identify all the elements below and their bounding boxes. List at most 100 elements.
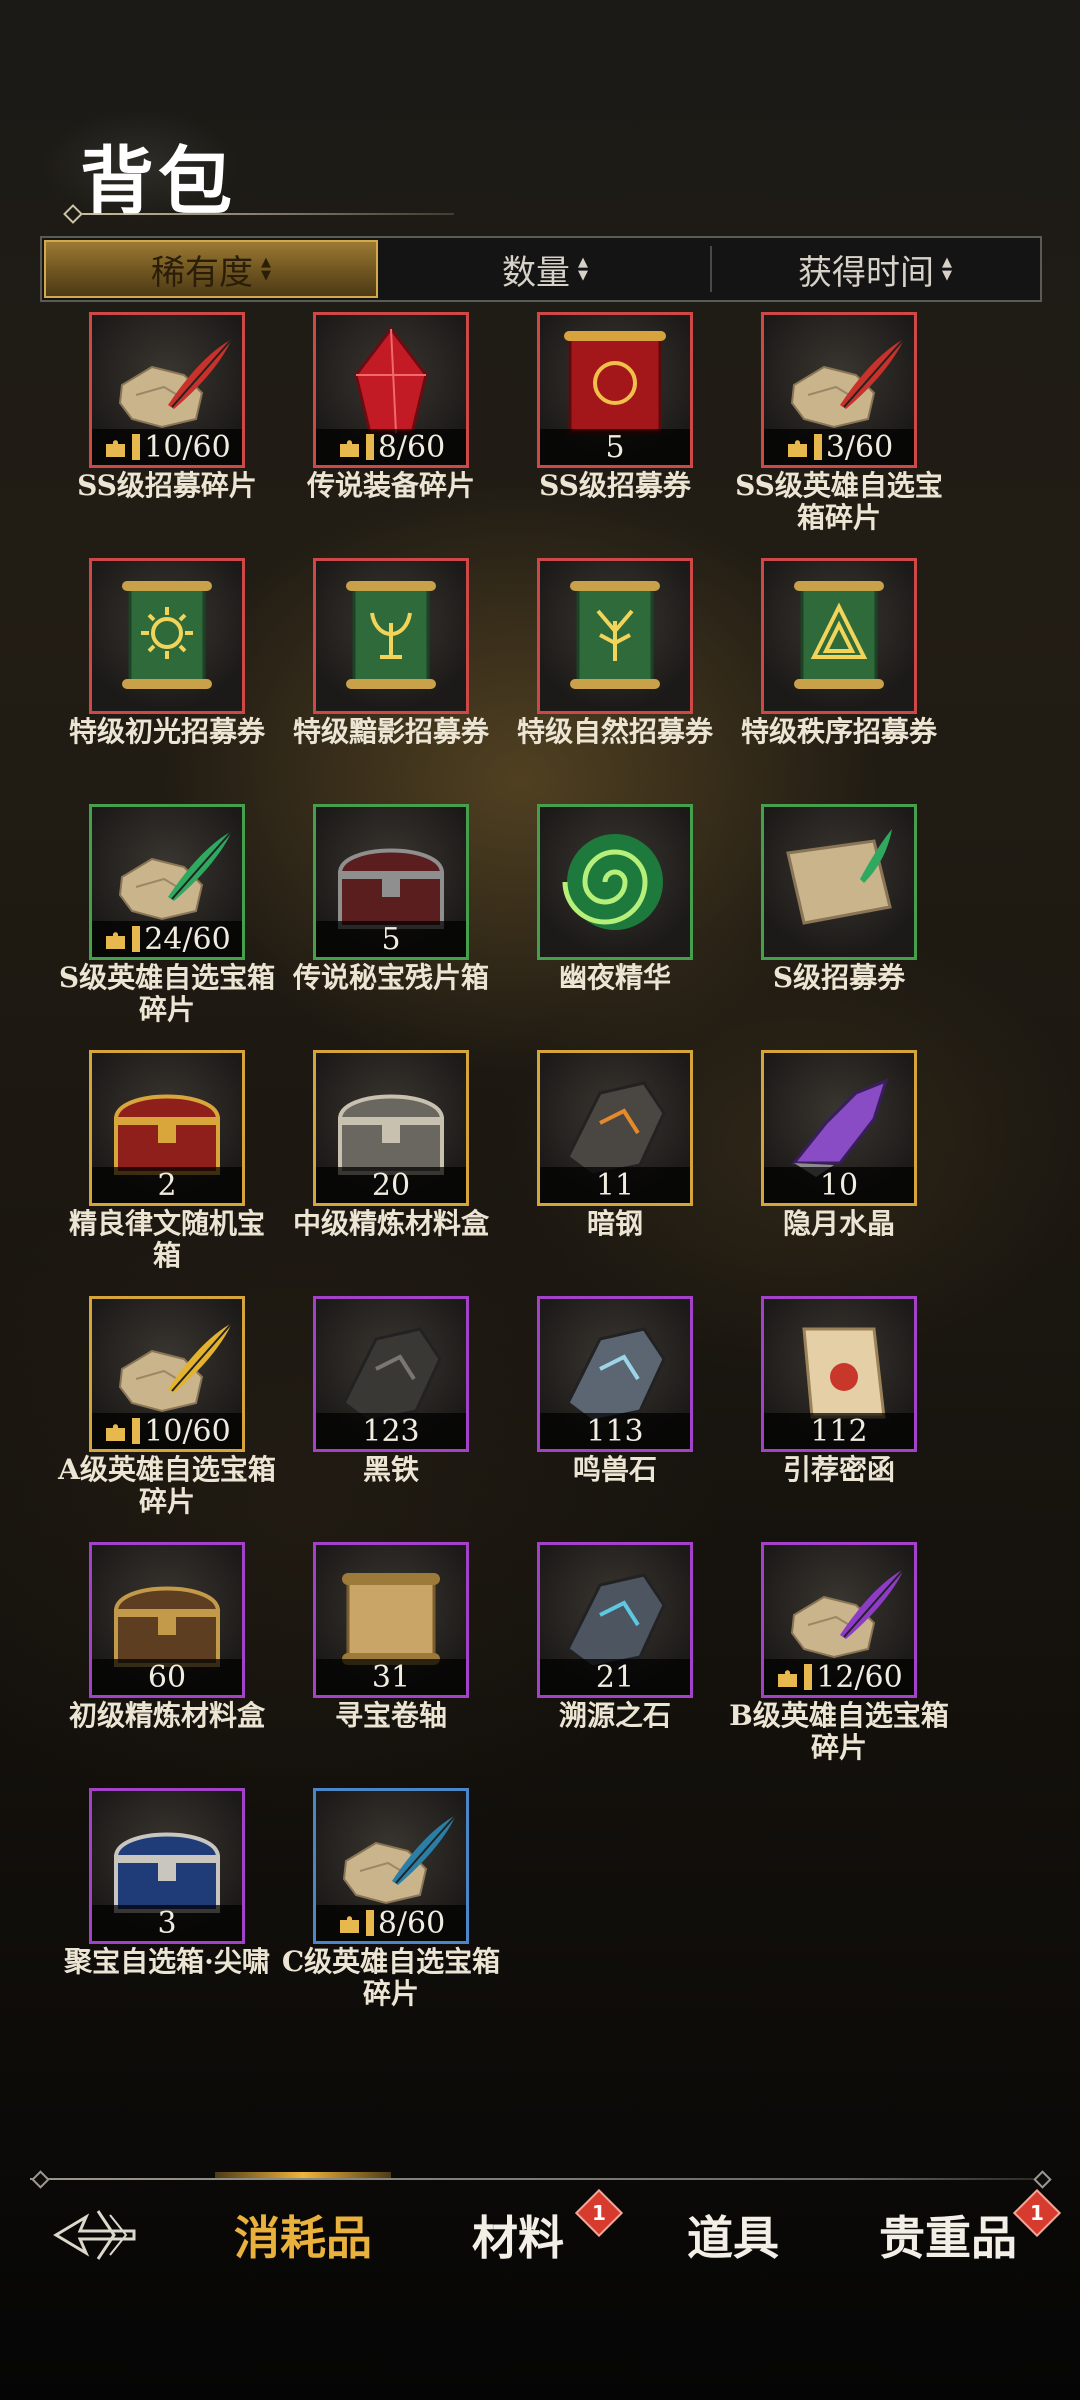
inventory-item[interactable]: 特级初光招募券 — [55, 558, 279, 748]
nav-tab-valuables[interactable]: 贵重品 1 — [860, 2188, 1062, 2280]
item-count-band: 10/60 — [92, 429, 242, 465]
inventory-item[interactable]: 8/60 传说装备碎片 — [279, 312, 503, 502]
item-count-band: 11 — [540, 1167, 690, 1203]
item-name: 溯源之石 — [558, 1699, 671, 1732]
item-count: 2 — [157, 1167, 177, 1203]
nav-active-indicator — [215, 2172, 391, 2178]
item-slot — [537, 804, 693, 960]
inventory-item[interactable]: 112 引荐密函 — [727, 1296, 951, 1486]
sort-bar: 稀有度 ▲ ▼ 数量 ▲ ▼ 获得时间 ▲ ▼ — [40, 236, 1042, 302]
inventory-item[interactable]: 113 鸣兽石 — [503, 1296, 727, 1486]
inventory-item[interactable]: 幽夜精华 — [503, 804, 727, 994]
inventory-item[interactable]: 10/60 A级英雄自选宝箱碎片 — [55, 1296, 279, 1518]
sort-tab-quantity[interactable]: 数量 ▲ ▼ — [380, 238, 710, 300]
nav-tab-label: 道具 — [687, 2211, 779, 2265]
item-name: 寻宝卷轴 — [334, 1699, 447, 1732]
item-count-band: 123 — [316, 1413, 466, 1449]
inventory-item[interactable]: 11 暗钢 — [503, 1050, 727, 1240]
item-count-band: 113 — [540, 1413, 690, 1449]
puzzle-piece-icon — [103, 434, 141, 460]
inventory-item[interactable]: 12/60 B级英雄自选宝箱碎片 — [727, 1542, 951, 1764]
item-slot — [537, 558, 693, 714]
item-count: 3 — [157, 1905, 177, 1941]
item-count-band: 10/60 — [92, 1413, 242, 1449]
inventory-item[interactable]: 21 溯源之石 — [503, 1542, 727, 1732]
nav-divider-ornament — [31, 2170, 50, 2189]
inventory-item[interactable]: S级招募券 — [727, 804, 951, 994]
inventory-item[interactable]: 3 聚宝自选箱·尖啸 — [55, 1788, 279, 1978]
item-count: 24/60 — [144, 921, 231, 957]
nav-tab-materials[interactable]: 材料 1 — [430, 2188, 624, 2280]
item-slot: 8/60 — [313, 312, 469, 468]
puzzle-piece-icon — [103, 1418, 141, 1444]
sort-tab-label: 稀有度 — [151, 252, 253, 293]
inventory-item[interactable]: 60 初级精炼材料盒 — [55, 1542, 279, 1732]
item-name: SS级英雄自选宝箱碎片 — [735, 469, 943, 534]
item-count: 11 — [595, 1167, 635, 1203]
inventory-item[interactable]: 特级自然招募券 — [503, 558, 727, 748]
notification-badge: 1 — [574, 2188, 624, 2238]
item-slot: 10/60 — [89, 1296, 245, 1452]
item-count-band: 21 — [540, 1659, 690, 1695]
item-slot: 3/60 — [761, 312, 917, 468]
inventory-item[interactable]: 5 SS级招募券 — [503, 312, 727, 502]
item-count-band: 5 — [316, 921, 466, 957]
inventory-item[interactable]: 2 精良律文随机宝箱 — [55, 1050, 279, 1272]
nav-divider-ornament — [1033, 2170, 1052, 2189]
item-name: 幽夜精华 — [558, 961, 671, 994]
inventory-item[interactable]: 8/60 C级英雄自选宝箱碎片 — [279, 1788, 503, 2010]
notification-badge-count: 1 — [592, 2201, 606, 2225]
item-name: S级英雄自选宝箱碎片 — [58, 961, 276, 1026]
item-slot: 21 — [537, 1542, 693, 1698]
item-count: 60 — [147, 1659, 187, 1695]
item-count-band: 12/60 — [764, 1659, 914, 1695]
item-name: 隐月水晶 — [782, 1207, 895, 1240]
inventory-item[interactable]: 31 寻宝卷轴 — [279, 1542, 503, 1732]
puzzle-piece-icon — [785, 434, 822, 460]
item-count: 10/60 — [144, 1413, 231, 1449]
item-count: 12/60 — [816, 1659, 903, 1695]
item-name: B级英雄自选宝箱碎片 — [729, 1699, 949, 1764]
inventory-item[interactable]: 特级秩序招募券 — [727, 558, 951, 748]
item-count: 8/60 — [377, 429, 446, 465]
inventory-item[interactable]: 24/60 S级英雄自选宝箱碎片 — [55, 804, 279, 1026]
item-name: 特级初光招募券 — [68, 715, 265, 748]
puzzle-piece-icon — [103, 926, 141, 952]
item-count-band: 24/60 — [92, 921, 242, 957]
item-name: 特级秩序招募券 — [740, 715, 937, 748]
item-slot — [761, 804, 917, 960]
item-name: 精良律文随机宝箱 — [68, 1207, 265, 1272]
item-slot: 2 — [89, 1050, 245, 1206]
item-name: 引荐密函 — [782, 1453, 895, 1486]
item-count: 20 — [371, 1167, 411, 1203]
back-button[interactable] — [40, 2190, 150, 2280]
inventory-item[interactable]: 20 中级精炼材料盒 — [279, 1050, 503, 1240]
item-name: 黑铁 — [362, 1453, 419, 1486]
item-count: 113 — [586, 1413, 644, 1449]
item-name: 暗钢 — [586, 1207, 643, 1240]
item-slot: 5 — [313, 804, 469, 960]
notification-badge-count: 1 — [1030, 2201, 1044, 2225]
sort-tab-label: 数量 — [502, 252, 570, 293]
back-arrow-icon — [53, 2210, 136, 2260]
item-count-band: 20 — [316, 1167, 466, 1203]
item-slot: 5 — [537, 312, 693, 468]
nav-tab-consumables[interactable]: 消耗品 — [215, 2190, 391, 2280]
item-name: C级英雄自选宝箱碎片 — [281, 1945, 501, 2010]
inventory-item[interactable]: 10 隐月水晶 — [727, 1050, 951, 1240]
inventory-item[interactable]: 5 传说秘宝残片箱 — [279, 804, 503, 994]
item-name: 传说秘宝残片箱 — [292, 961, 489, 994]
nav-tab-items[interactable]: 道具 — [645, 2190, 821, 2280]
inventory-item[interactable]: 特级黯影招募券 — [279, 558, 503, 748]
inventory-item[interactable]: 123 黑铁 — [279, 1296, 503, 1486]
inventory-item[interactable]: 3/60 SS级英雄自选宝箱碎片 — [727, 312, 951, 534]
item-count-band: 8/60 — [316, 429, 466, 465]
inventory-item[interactable]: 10/60 SS级招募碎片 — [55, 312, 279, 502]
item-slot: 20 — [313, 1050, 469, 1206]
puzzle-piece-icon — [337, 434, 374, 460]
item-count: 123 — [362, 1413, 420, 1449]
sort-tab-acquired-time[interactable]: 获得时间 ▲ ▼ — [710, 238, 1040, 300]
item-count: 8/60 — [377, 1905, 446, 1941]
item-name: 鸣兽石 — [572, 1453, 657, 1486]
sort-tab-rarity[interactable]: 稀有度 ▲ ▼ — [44, 240, 378, 298]
